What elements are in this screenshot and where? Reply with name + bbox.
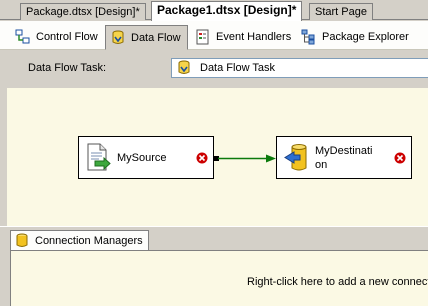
component-my-source-label: MySource: [117, 151, 167, 164]
tab-control-flow[interactable]: Control Flow: [10, 25, 105, 48]
component-my-destination-label-line2: on: [315, 158, 328, 171]
tab-data-flow-label: Data Flow: [131, 31, 181, 44]
tab-connection-managers[interactable]: Connection Managers: [10, 230, 149, 251]
event-handlers-icon: [196, 29, 209, 44]
task-selector-combo[interactable]: Data Flow Task: [171, 58, 428, 78]
destination-database-icon: [284, 143, 307, 170]
component-my-destination-label-line1: MyDestinati: [315, 144, 373, 157]
control-flow-icon: [15, 29, 30, 43]
connection-manager-icon: [16, 233, 28, 247]
error-icon: [394, 152, 406, 164]
doc-tab-package[interactable]: Package.dtsx [Design]*: [20, 3, 146, 20]
component-my-destination[interactable]: MyDestinati on: [276, 136, 412, 179]
tab-package-explorer-label: Package Explorer: [322, 30, 409, 43]
task-selector-label: Data Flow Task:: [28, 62, 107, 74]
designer-tab-strip: Control Flow Data Flow Event Handlers Pa…: [0, 21, 428, 50]
tab-event-handlers-label: Event Handlers: [216, 30, 292, 43]
path-arrow-head: [266, 154, 276, 163]
data-flow-task-icon: [178, 60, 190, 74]
doc-tab-start-page[interactable]: Start Page: [309, 3, 373, 20]
error-icon: [196, 152, 208, 164]
source-document-icon: [87, 143, 111, 170]
doc-tab-package1[interactable]: Package1.dtsx [Design]*: [151, 1, 303, 21]
task-selector-value: Data Flow Task: [200, 62, 275, 74]
tab-data-flow[interactable]: Data Flow: [105, 25, 188, 50]
tab-event-handlers[interactable]: Event Handlers: [190, 25, 298, 48]
document-tab-strip: Package.dtsx [Design]* Package1.dtsx [De…: [0, 0, 428, 21]
tab-package-explorer[interactable]: Package Explorer: [296, 25, 416, 48]
tab-connection-managers-label: Connection Managers: [35, 235, 143, 247]
data-flow-icon: [112, 30, 124, 44]
package-explorer-icon: [301, 29, 315, 44]
tab-control-flow-label: Control Flow: [36, 30, 98, 43]
data-flow-path[interactable]: [214, 153, 278, 165]
component-my-source[interactable]: MySource: [78, 136, 214, 179]
connection-managers-hint: Right-click here to add a new connect: [247, 276, 428, 288]
